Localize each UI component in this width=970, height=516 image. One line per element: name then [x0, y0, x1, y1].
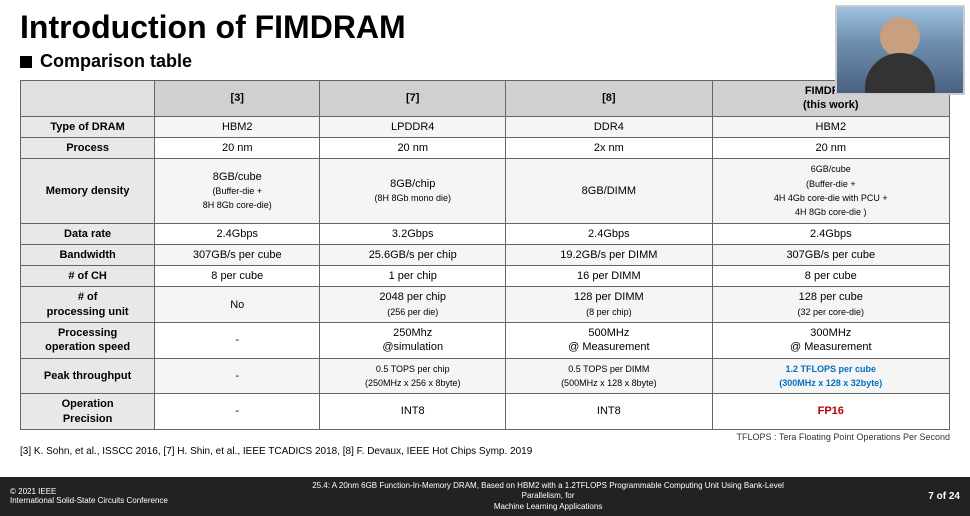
- row-label-ch: # of CH: [21, 266, 155, 287]
- bottom-right: 7 of 24: [928, 491, 960, 502]
- cell-process-7: 20 nm: [320, 138, 506, 159]
- presenter-video: [837, 7, 963, 93]
- cell-pt-7: 0.5 TOPS per chip(250MHz x 256 x 8byte): [320, 358, 506, 394]
- cell-ps-f: 300MHz@ Measurement: [712, 323, 949, 359]
- cell-ch-f: 8 per cube: [712, 266, 949, 287]
- person-body: [865, 53, 935, 93]
- cell-memory-3: 8GB/cube(Buffer-die +8H 8Gb core-die): [155, 159, 320, 223]
- table-header-empty: [21, 81, 155, 117]
- table-header-7: [7]: [320, 81, 506, 117]
- cell-ch-3: 8 per cube: [155, 266, 320, 287]
- cell-datarate-8: 2.4Gbps: [506, 223, 712, 244]
- table-header-8: [8]: [506, 81, 712, 117]
- bottom-bar: © 2021 IEEE International Solid-State Ci…: [0, 477, 970, 516]
- table-row: Type of DRAM HBM2 LPDDR4 DDR4 HBM2: [21, 116, 950, 137]
- row-label-peak-throughput: Peak throughput: [21, 358, 155, 394]
- row-label-bandwidth: Bandwidth: [21, 244, 155, 265]
- cell-ps-8: 500MHz@ Measurement: [506, 323, 712, 359]
- bottom-center: 25.4: A 20nm 6GB Function-In-Memory DRAM…: [298, 481, 798, 512]
- cell-type-f: HBM2: [712, 116, 949, 137]
- cell-pt-3: -: [155, 358, 320, 394]
- cell-process-8: 2x nm: [506, 138, 712, 159]
- cell-bw-8: 19.2GB/s per DIMM: [506, 244, 712, 265]
- cell-pu-3: No: [155, 287, 320, 323]
- video-thumbnail: [835, 5, 965, 95]
- row-label-proc-unit: # ofprocessing unit: [21, 287, 155, 323]
- cell-pu-7: 2048 per chip(256 per die): [320, 287, 506, 323]
- slide-subtitle: Comparison table: [20, 51, 950, 72]
- row-label-process: Process: [21, 138, 155, 159]
- tflops-note: TFLOPS : Tera Floating Point Operations …: [20, 432, 950, 442]
- cell-datarate-f: 2.4Gbps: [712, 223, 949, 244]
- row-label-proc-speed: Processingoperation speed: [21, 323, 155, 359]
- table-row: # of CH 8 per cube 1 per chip 16 per DIM…: [21, 266, 950, 287]
- cell-memory-f: 6GB/cube(Buffer-die +4H 4Gb core-die wit…: [712, 159, 949, 223]
- cell-ch-7: 1 per chip: [320, 266, 506, 287]
- cell-bw-f: 307GB/s per cube: [712, 244, 949, 265]
- slide-title: Introduction of FIMDRAM: [20, 10, 950, 45]
- table-row: Processingoperation speed - 250Mhz@simul…: [21, 323, 950, 359]
- cell-ps-3: -: [155, 323, 320, 359]
- cell-memory-7: 8GB/chip(8H 8Gb mono die): [320, 159, 506, 223]
- cell-ch-8: 16 per DIMM: [506, 266, 712, 287]
- cell-type-8: DDR4: [506, 116, 712, 137]
- table-row: Data rate 2.4Gbps 3.2Gbps 2.4Gbps 2.4Gbp…: [21, 223, 950, 244]
- row-label-type: Type of DRAM: [21, 116, 155, 137]
- bullet-icon: [20, 56, 32, 68]
- cell-pu-8: 128 per DIMM(8 per chip): [506, 287, 712, 323]
- cell-op-7: INT8: [320, 394, 506, 430]
- table-row: Peak throughput - 0.5 TOPS per chip(250M…: [21, 358, 950, 394]
- cell-pu-f: 128 per cube(32 per core-die): [712, 287, 949, 323]
- cell-op-8: INT8: [506, 394, 712, 430]
- person-head: [880, 17, 920, 57]
- cell-type-7: LPDDR4: [320, 116, 506, 137]
- table-header-3: [3]: [155, 81, 320, 117]
- table-row: Process 20 nm 20 nm 2x nm 20 nm: [21, 138, 950, 159]
- bottom-center-text: 25.4: A 20nm 6GB Function-In-Memory DRAM…: [312, 481, 784, 511]
- cell-op-3: -: [155, 394, 320, 430]
- table-row: OperationPrecision - INT8 INT8 FP16: [21, 394, 950, 430]
- cell-memory-8: 8GB/DIMM: [506, 159, 712, 223]
- row-label-memory-density: Memory density: [21, 159, 155, 223]
- cell-pt-f: 1.2 TFLOPS per cube(300MHz x 128 x 32byt…: [712, 358, 949, 394]
- cell-ps-7: 250Mhz@simulation: [320, 323, 506, 359]
- cell-pt-8: 0.5 TOPS per DIMM(500MHz x 128 x 8byte): [506, 358, 712, 394]
- bottom-left-line2: International Solid-State Circuits Confe…: [10, 496, 168, 505]
- bottom-left-line1: © 2021 IEEE: [10, 487, 168, 496]
- table-row: Memory density 8GB/cube(Buffer-die +8H 8…: [21, 159, 950, 223]
- cell-process-f: 20 nm: [712, 138, 949, 159]
- cell-datarate-7: 3.2Gbps: [320, 223, 506, 244]
- cell-process-3: 20 nm: [155, 138, 320, 159]
- table-row: # ofprocessing unit No 2048 per chip(256…: [21, 287, 950, 323]
- references: [3] K. Sohn, et al., ISSCC 2016, [7] H. …: [20, 446, 950, 457]
- slide: Introduction of FIMDRAM Comparison table…: [0, 0, 970, 516]
- bottom-left: © 2021 IEEE International Solid-State Ci…: [10, 487, 168, 505]
- cell-bw-3: 307GB/s per cube: [155, 244, 320, 265]
- table-row: Bandwidth 307GB/s per cube 25.6GB/s per …: [21, 244, 950, 265]
- comparison-table: [3] [7] [8] FIMDRAM(this work) Type of D…: [20, 80, 950, 430]
- row-label-op-precision: OperationPrecision: [21, 394, 155, 430]
- cell-bw-7: 25.6GB/s per chip: [320, 244, 506, 265]
- row-label-data-rate: Data rate: [21, 223, 155, 244]
- cell-op-f: FP16: [712, 394, 949, 430]
- cell-datarate-3: 2.4Gbps: [155, 223, 320, 244]
- cell-type-3: HBM2: [155, 116, 320, 137]
